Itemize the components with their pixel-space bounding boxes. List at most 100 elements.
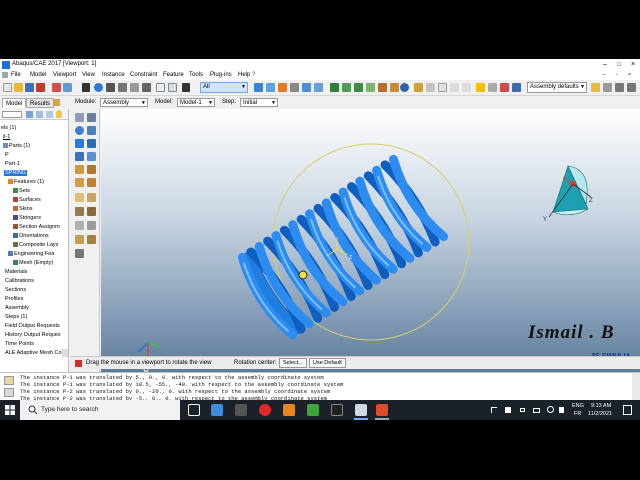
tree-section-assignments[interactable]: Section Assignm: [13, 224, 60, 230]
menu-viewport[interactable]: Viewport: [53, 72, 76, 78]
rotate-instance-icon[interactable]: [87, 139, 96, 148]
tree-stringers[interactable]: Stringers: [13, 215, 41, 221]
cancel-procedure-icon[interactable]: [75, 360, 82, 367]
view-top-icon[interactable]: [354, 83, 363, 92]
view-back-icon[interactable]: [342, 83, 351, 92]
auto-fit-icon[interactable]: [130, 83, 139, 92]
datum-point-icon[interactable]: [75, 178, 84, 187]
view-options-icon[interactable]: [615, 83, 624, 92]
maximize-button[interactable]: □: [612, 60, 626, 70]
tree-sets[interactable]: Sets: [13, 188, 30, 194]
radial-pattern-icon[interactable]: [87, 126, 96, 135]
render-wireframe-icon[interactable]: [414, 83, 423, 92]
tree-filter-icon[interactable]: [53, 99, 60, 106]
tree-orientations[interactable]: Orientations: [13, 233, 49, 239]
menu-plugins[interactable]: Plug-ins: [210, 72, 232, 78]
tree-mode-select[interactable]: [2, 111, 22, 118]
tree-mesh[interactable]: Mesh (Empty): [13, 260, 53, 266]
selection-option-4-icon[interactable]: [290, 83, 299, 92]
help-query-icon[interactable]: ?: [252, 72, 255, 78]
constraint-icon[interactable]: [75, 165, 84, 174]
tree-filter-2-icon[interactable]: [46, 111, 53, 118]
tree-assembly[interactable]: Assembly: [5, 305, 29, 311]
input-language[interactable]: ENG: [572, 403, 584, 409]
instance-part-icon[interactable]: [75, 113, 84, 122]
magnify-icon[interactable]: [106, 83, 115, 92]
message-scrollbar[interactable]: [632, 373, 640, 401]
menu-feature[interactable]: Feature: [163, 72, 184, 78]
datum-csys-icon[interactable]: [87, 193, 96, 202]
tree-parts[interactable]: Parts (1): [3, 143, 30, 149]
tree-time-points[interactable]: Time Points: [5, 341, 34, 347]
battery-icon[interactable]: [533, 408, 540, 413]
tree-part-1[interactable]: Part-1: [5, 161, 20, 167]
volume-icon[interactable]: [559, 407, 564, 413]
color-code-icon[interactable]: [63, 83, 72, 92]
clock-date[interactable]: 11/2/2021: [588, 411, 612, 417]
people-icon[interactable]: [491, 407, 497, 413]
task-view-icon[interactable]: [188, 404, 200, 416]
print-icon[interactable]: [36, 83, 45, 92]
selection-option-3-icon[interactable]: [278, 83, 287, 92]
tree-composite-layups[interactable]: Composite Lays: [13, 242, 58, 248]
wifi-icon[interactable]: [547, 406, 554, 413]
datum-axis-icon[interactable]: [87, 178, 96, 187]
opera-browser-icon[interactable]: [259, 404, 271, 416]
sub-minimize-button[interactable]: –: [603, 72, 606, 78]
menu-view[interactable]: View: [82, 72, 95, 78]
select-button[interactable]: Select...: [279, 358, 307, 368]
tree-ale-adaptive[interactable]: ALE Adaptive Mesh Co: [5, 350, 62, 356]
translate-instance-icon[interactable]: [75, 139, 84, 148]
step-select[interactable]: Initial ▼: [240, 98, 278, 107]
instance-pattern-icon[interactable]: [87, 113, 96, 122]
tree-profiles[interactable]: Profiles: [5, 296, 23, 302]
rotate-icon[interactable]: [94, 83, 103, 92]
query-tool-icon[interactable]: [52, 83, 61, 92]
toolbar-more-icon[interactable]: [627, 83, 636, 92]
menu-constraint[interactable]: Constraint: [130, 72, 157, 78]
menu-instance[interactable]: Instance: [102, 72, 125, 78]
query-icon[interactable]: [87, 221, 96, 230]
model-select[interactable]: Model-1 ▼: [177, 98, 215, 107]
view-left-icon[interactable]: [378, 83, 387, 92]
tree-features[interactable]: Features (1): [8, 179, 44, 185]
display-options-icon[interactable]: [591, 83, 600, 92]
display-group-icon[interactable]: [512, 83, 521, 92]
settings-app-icon[interactable]: [235, 404, 247, 416]
redo-icon[interactable]: [462, 83, 471, 92]
app-red-icon[interactable]: [376, 404, 388, 416]
menu-file[interactable]: File: [11, 72, 21, 78]
taskbar-search-box[interactable]: Type here to search: [20, 400, 180, 420]
feature-manager-icon[interactable]: [75, 221, 84, 230]
module-select[interactable]: Assembly ▼: [100, 98, 148, 107]
python-console-icon[interactable]: [4, 388, 14, 397]
selection-option-5-icon[interactable]: [302, 83, 311, 92]
tree-surfaces[interactable]: Surfaces: [13, 197, 41, 203]
action-center-icon[interactable]: [623, 405, 632, 415]
view-cube[interactable]: [548, 161, 598, 276]
input-region[interactable]: FR: [574, 411, 581, 417]
open-folder-icon[interactable]: [14, 83, 23, 92]
undo-icon[interactable]: [450, 83, 459, 92]
select-arrow-icon[interactable]: [182, 83, 190, 92]
selection-filter-select[interactable]: All ▼: [200, 82, 248, 93]
save-icon[interactable]: [25, 83, 34, 92]
tree-skins[interactable]: Skins: [13, 206, 32, 212]
view-front-icon[interactable]: [330, 83, 339, 92]
delete-feature-icon[interactable]: [75, 249, 84, 258]
selection-option-icon[interactable]: [254, 83, 263, 92]
abaqus-task-icon[interactable]: [355, 404, 367, 416]
selection-option-2-icon[interactable]: [266, 83, 275, 92]
suppress-icon[interactable]: [87, 235, 96, 244]
tree-engineering-features[interactable]: Engineering Fea: [8, 251, 54, 257]
view-right-icon[interactable]: [390, 83, 399, 92]
merge-cut-icon[interactable]: [87, 152, 96, 161]
tree-spring[interactable]: SPRING: [4, 170, 28, 176]
partition-icon[interactable]: [75, 207, 84, 216]
color-code-2-icon[interactable]: [500, 83, 509, 92]
minimize-button[interactable]: –: [598, 60, 612, 70]
render-filled-icon[interactable]: [438, 83, 447, 92]
linear-pattern-icon[interactable]: [75, 152, 84, 161]
tree-steps[interactable]: Steps (1): [5, 314, 27, 320]
tree-expand-icon[interactable]: [26, 111, 33, 118]
